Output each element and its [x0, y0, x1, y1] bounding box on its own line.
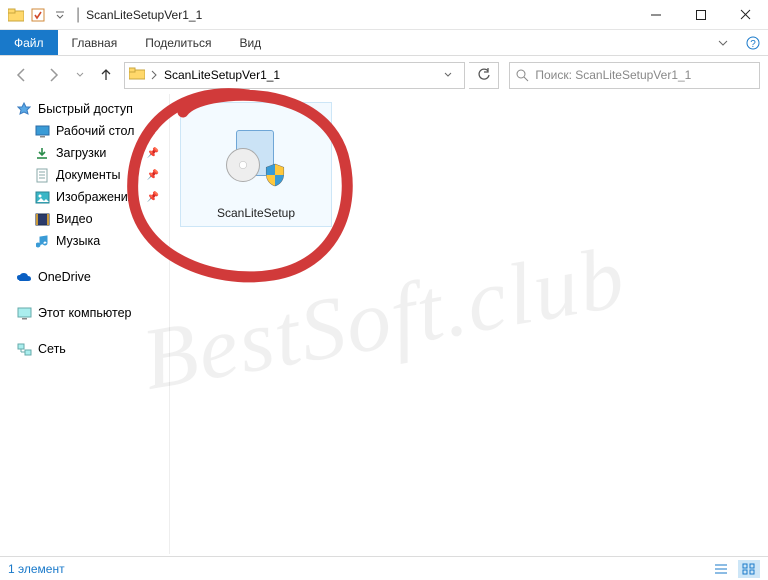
- star-icon: [16, 101, 32, 117]
- help-icon[interactable]: ?: [738, 30, 768, 55]
- sidebar-quick-access[interactable]: Быстрый доступ: [0, 98, 169, 120]
- maximize-button[interactable]: [678, 0, 723, 30]
- forward-button[interactable]: [40, 61, 68, 89]
- sidebar-item-label: OneDrive: [38, 270, 91, 284]
- ribbon-tabs: Файл Главная Поделиться Вид ?: [0, 30, 768, 56]
- icons-view-button[interactable]: [738, 560, 760, 578]
- recent-locations-icon[interactable]: [72, 61, 88, 89]
- sidebar-item-label: Изображения: [56, 190, 135, 204]
- search-box[interactable]: Поиск: ScanLiteSetupVer1_1: [509, 62, 760, 89]
- folder-icon: [6, 4, 26, 26]
- pin-icon: 📌: [147, 148, 159, 159]
- sidebar-item-label: Видео: [56, 212, 93, 226]
- statusbar: 1 элемент: [0, 556, 768, 580]
- sidebar-item-desktop[interactable]: Рабочий стол 📌: [0, 120, 169, 142]
- quick-access-toolbar: [0, 4, 70, 26]
- properties-icon[interactable]: [28, 4, 48, 26]
- view-mode-switch: [710, 560, 760, 578]
- network-icon: [16, 341, 32, 357]
- sidebar-item-downloads[interactable]: Загрузки 📌: [0, 142, 169, 164]
- sidebar-item-music[interactable]: Музыка: [0, 230, 169, 252]
- pin-icon: 📌: [147, 192, 159, 203]
- content-pane[interactable]: ScanLiteSetup: [170, 94, 768, 554]
- tab-share[interactable]: Поделиться: [131, 30, 225, 55]
- installer-icon: [224, 124, 288, 188]
- documents-icon: [34, 167, 50, 183]
- sidebar-network[interactable]: Сеть: [0, 338, 169, 360]
- sidebar-item-documents[interactable]: Документы 📌: [0, 164, 169, 186]
- search-placeholder: Поиск: ScanLiteSetupVer1_1: [535, 68, 691, 82]
- file-name-label: ScanLiteSetup: [217, 206, 295, 220]
- up-button[interactable]: [92, 61, 120, 89]
- sidebar-item-label: Рабочий стол: [56, 124, 134, 138]
- item-count: 1 элемент: [8, 562, 65, 576]
- quick-access-group: Быстрый доступ Рабочий стол 📌 Загрузки 📌…: [0, 98, 169, 252]
- uac-shield-icon: [262, 162, 288, 188]
- sidebar-this-pc[interactable]: Этот компьютер: [0, 302, 169, 324]
- window-controls: [633, 0, 768, 30]
- title-separator: |: [76, 6, 80, 24]
- details-view-button[interactable]: [710, 560, 732, 578]
- tab-view[interactable]: Вид: [225, 30, 275, 55]
- downloads-icon: [34, 145, 50, 161]
- pictures-icon: [34, 189, 50, 205]
- titlebar: | ScanLiteSetupVer1_1: [0, 0, 768, 30]
- minimize-button[interactable]: [633, 0, 678, 30]
- refresh-button[interactable]: [469, 62, 499, 89]
- svg-text:?: ?: [750, 39, 756, 50]
- chevron-right-icon: [151, 70, 158, 80]
- search-icon: [516, 69, 529, 82]
- sidebar-item-label: Документы: [56, 168, 120, 182]
- close-button[interactable]: [723, 0, 768, 30]
- address-bar[interactable]: ScanLiteSetupVer1_1: [124, 62, 465, 89]
- videos-icon: [34, 211, 50, 227]
- sidebar-item-videos[interactable]: Видео: [0, 208, 169, 230]
- music-icon: [34, 233, 50, 249]
- tab-home[interactable]: Главная: [58, 30, 132, 55]
- window-title: ScanLiteSetupVer1_1: [86, 8, 202, 22]
- this-pc-icon: [16, 305, 32, 321]
- back-button[interactable]: [8, 61, 36, 89]
- sidebar-item-label: Загрузки: [56, 146, 106, 160]
- navigation-pane: Быстрый доступ Рабочий стол 📌 Загрузки 📌…: [0, 94, 170, 554]
- sidebar-onedrive[interactable]: OneDrive: [0, 266, 169, 288]
- pin-icon: 📌: [147, 126, 159, 137]
- onedrive-icon: [16, 269, 32, 285]
- folder-icon: [129, 67, 145, 83]
- address-dropdown-icon[interactable]: [436, 70, 460, 80]
- sidebar-item-pictures[interactable]: Изображения 📌: [0, 186, 169, 208]
- desktop-icon: [34, 123, 50, 139]
- file-item-selected[interactable]: ScanLiteSetup: [180, 102, 332, 227]
- qat-dropdown-icon[interactable]: [50, 4, 70, 26]
- explorer-body: Быстрый доступ Рабочий стол 📌 Загрузки 📌…: [0, 94, 768, 554]
- navigation-bar: ScanLiteSetupVer1_1 Поиск: ScanLiteSetup…: [0, 56, 768, 94]
- sidebar-item-label: Быстрый доступ: [38, 102, 133, 116]
- tab-file[interactable]: Файл: [0, 30, 58, 55]
- address-segment[interactable]: ScanLiteSetupVer1_1: [164, 68, 280, 82]
- sidebar-item-label: Сеть: [38, 342, 66, 356]
- sidebar-item-label: Этот компьютер: [38, 306, 131, 320]
- sidebar-item-label: Музыка: [56, 234, 100, 248]
- pin-icon: 📌: [147, 170, 159, 181]
- ribbon-expand-icon[interactable]: [708, 30, 738, 55]
